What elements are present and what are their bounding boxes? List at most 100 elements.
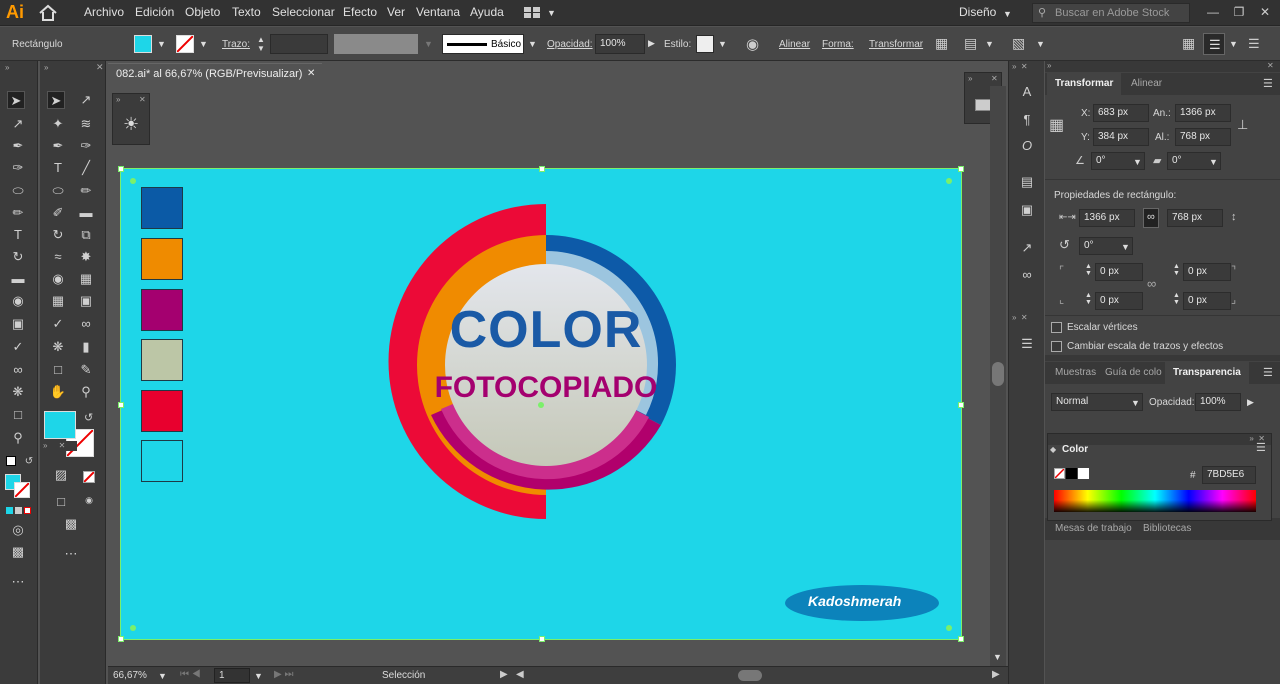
- eyedropper-tool-icon[interactable]: ✓: [49, 315, 67, 333]
- close-icon[interactable]: ✕: [307, 68, 315, 79]
- symbol-sprayer-tool-icon[interactable]: ❋: [9, 383, 27, 401]
- menu-ventana[interactable]: Ventana: [416, 5, 460, 19]
- chevron-right-icon[interactable]: ▶: [1247, 397, 1254, 408]
- corner-widget[interactable]: [130, 178, 136, 184]
- shape-builder-tool-icon[interactable]: ◉: [9, 292, 27, 310]
- transform-link[interactable]: Transformar: [869, 39, 923, 50]
- corner-widget[interactable]: [130, 625, 136, 631]
- menu-ayuda[interactable]: Ayuda: [470, 5, 504, 19]
- paragraph-icon[interactable]: ¶: [1018, 111, 1036, 129]
- artboard-tool-icon[interactable]: □: [49, 361, 67, 379]
- swatch-blue[interactable]: [141, 187, 183, 229]
- stroke-swatch-small[interactable]: [14, 482, 30, 498]
- stock-search-input[interactable]: Buscar en Adobe Stock: [1032, 3, 1190, 23]
- shape-link[interactable]: Forma:: [822, 39, 854, 50]
- paintbrush-tool-icon[interactable]: ✏: [9, 204, 27, 222]
- variable-width-profile[interactable]: [334, 34, 418, 54]
- hex-field[interactable]: 7BD5E6: [1202, 466, 1256, 484]
- chevron-down-icon[interactable]: ▼: [985, 39, 994, 49]
- chevron-down-icon[interactable]: ▼: [424, 39, 433, 49]
- resize-handle[interactable]: [118, 636, 124, 642]
- chevron-down-icon[interactable]: ▼: [718, 39, 727, 49]
- collapse-icon[interactable]: » ✕: [1012, 62, 1028, 71]
- blend-tool-icon[interactable]: ∞: [9, 361, 27, 379]
- zoom-tool-icon[interactable]: ⚲: [77, 383, 95, 401]
- eraser-tool-icon[interactable]: ▬: [9, 270, 27, 288]
- vertical-scrollbar[interactable]: ▼: [990, 86, 1006, 666]
- scale-tool-icon[interactable]: ⧉: [77, 226, 95, 244]
- chevron-right-icon[interactable]: ▶: [500, 669, 508, 680]
- collapse-icon[interactable]: » ✕: [1012, 313, 1028, 322]
- color-panel-tab[interactable]: ◆ Color: [1048, 437, 1096, 459]
- slice-tool-icon[interactable]: ✎: [77, 361, 95, 379]
- chevron-down-icon[interactable]: ▼: [528, 39, 537, 49]
- stepper-icon[interactable]: ▲ ▼: [1085, 292, 1092, 306]
- scale-corners-checkbox[interactable]: [1051, 322, 1062, 333]
- layers-icon[interactable]: ☰: [1018, 335, 1036, 353]
- pen-tool-icon[interactable]: ✒: [49, 137, 67, 155]
- gradient-mode-icon[interactable]: [15, 507, 22, 514]
- gradient-tool-icon[interactable]: ▣: [77, 292, 95, 310]
- stroke-label[interactable]: Trazo:: [222, 39, 250, 50]
- horizontal-scrollbar-thumb[interactable]: [738, 670, 762, 681]
- none-icon[interactable]: [83, 471, 95, 483]
- tab-color-guide[interactable]: Guía de colo: [1097, 362, 1170, 384]
- chevron-down-icon[interactable]: ▼: [157, 39, 166, 49]
- menu-ver[interactable]: Ver: [387, 5, 405, 19]
- export-icon[interactable]: ↗: [1018, 239, 1036, 257]
- default-colors-icon[interactable]: [6, 456, 16, 466]
- scrollbar-thumb[interactable]: [992, 362, 1004, 386]
- character-icon[interactable]: A: [1018, 83, 1036, 101]
- opacity-label[interactable]: Opacidad:: [547, 39, 593, 50]
- gradient-icon[interactable]: [975, 99, 991, 111]
- control-bar-options-icon[interactable]: ☰: [1203, 33, 1225, 55]
- chevron-down-icon[interactable]: ▼: [1131, 398, 1140, 408]
- draw-inside-icon[interactable]: ◉: [80, 491, 98, 509]
- screen-mode-icon[interactable]: ▩: [9, 543, 27, 561]
- menu-efecto[interactable]: Efecto: [343, 5, 377, 19]
- selection-tool-icon[interactable]: ➤: [7, 91, 25, 109]
- draw-normal-icon[interactable]: □: [52, 493, 70, 511]
- swatch-orange[interactable]: [141, 238, 183, 280]
- corner-tr-field[interactable]: 0 px: [1183, 263, 1231, 281]
- type-tool-icon[interactable]: T: [9, 226, 27, 244]
- swap-colors-icon[interactable]: ↺: [84, 411, 93, 424]
- chevron-right-icon[interactable]: ▶: [992, 669, 1000, 680]
- x-field[interactable]: 683 px: [1093, 104, 1149, 122]
- reference-point-icon[interactable]: ▦: [1049, 115, 1064, 135]
- stepper-icon[interactable]: ▲ ▼: [257, 35, 265, 53]
- align-options-icon[interactable]: ▤: [964, 35, 977, 52]
- more-tools-icon[interactable]: ⋯: [9, 573, 27, 591]
- first-page-icon[interactable]: ⏮ ◀: [180, 669, 201, 680]
- chevron-down-icon[interactable]: ▼: [254, 671, 263, 681]
- resize-handle[interactable]: [958, 166, 964, 172]
- rect-width-field[interactable]: 1366 px: [1079, 209, 1135, 227]
- menu-seleccionar[interactable]: Seleccionar: [272, 5, 335, 19]
- close-icon[interactable]: ✕: [139, 95, 146, 104]
- menu-archivo[interactable]: Archivo: [84, 5, 124, 19]
- tab-align[interactable]: Alinear: [1123, 73, 1170, 95]
- zoom-tool-icon[interactable]: ⚲: [9, 429, 27, 447]
- resize-handle[interactable]: [539, 166, 545, 172]
- zoom-level[interactable]: 66,67%: [113, 670, 147, 681]
- shape-builder-tool-icon[interactable]: ◉: [49, 270, 67, 288]
- color-mode-icon[interactable]: ▨: [52, 466, 70, 484]
- draw-mode-icon[interactable]: ◎: [9, 521, 27, 539]
- stroke-none-swatch[interactable]: [176, 35, 194, 53]
- chevron-left-icon[interactable]: ◀: [516, 669, 524, 680]
- rotate-tool-icon[interactable]: ↻: [9, 248, 27, 266]
- panel-menu-icon[interactable]: ☰: [1263, 77, 1273, 90]
- blend-mode-select[interactable]: Normal: [1051, 393, 1143, 411]
- stepper-icon[interactable]: ▲ ▼: [1085, 263, 1092, 277]
- puppet-warp-tool-icon[interactable]: ✸: [77, 248, 95, 266]
- swatch-sage[interactable]: [141, 339, 183, 381]
- width-field[interactable]: 1366 px: [1175, 104, 1231, 122]
- eraser-tool-icon[interactable]: ▬: [77, 204, 95, 222]
- isolate-icon[interactable]: ▦: [935, 35, 948, 52]
- chevron-down-icon[interactable]: ▼: [547, 8, 556, 18]
- page-field[interactable]: 1: [214, 668, 250, 683]
- none-mode-icon[interactable]: [24, 507, 31, 514]
- perspective-grid-tool-icon[interactable]: ▦: [77, 270, 95, 288]
- fill-color-swatch[interactable]: [134, 35, 152, 53]
- resize-handle[interactable]: [118, 402, 124, 408]
